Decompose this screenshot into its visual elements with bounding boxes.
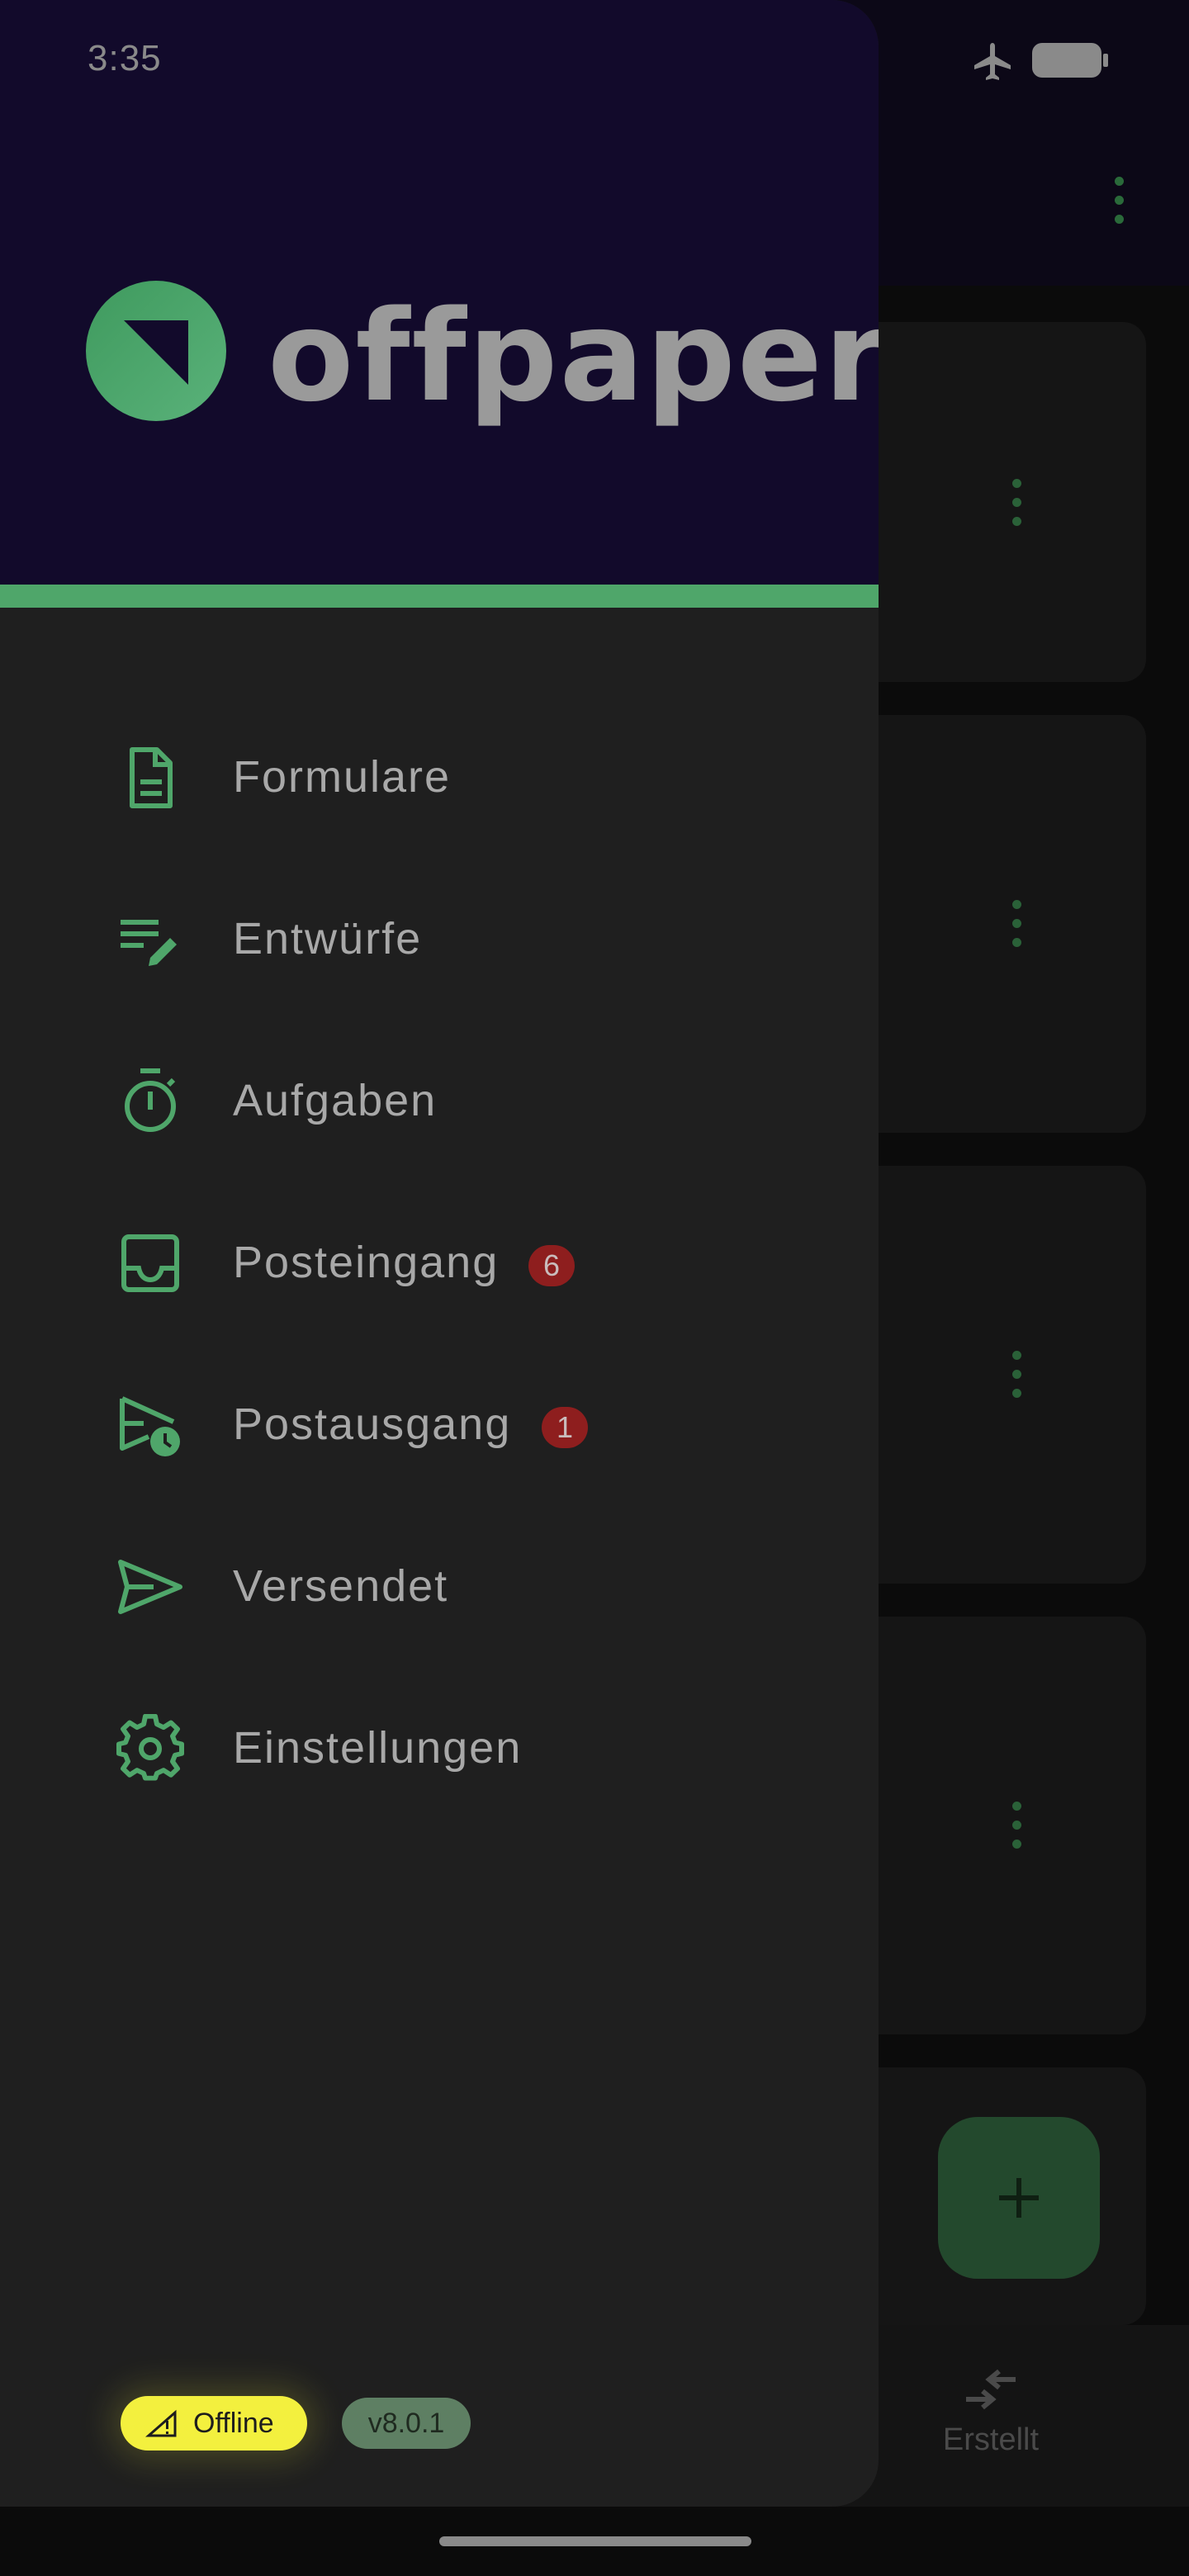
offline-label: Offline	[193, 2408, 274, 2439]
drawer-header: offpaper	[0, 0, 879, 585]
drawer-item-aufgaben[interactable]: Aufgaben	[0, 1030, 879, 1163]
card-more-icon[interactable]	[1012, 1351, 1022, 1408]
compare-arrows-icon	[966, 2369, 1016, 2410]
plus-icon	[999, 2178, 1039, 2218]
inbox-icon	[121, 1234, 179, 1292]
drawer-item-label: Posteingang	[233, 1238, 500, 1287]
drawer-item-label: Einstellungen	[233, 1723, 523, 1773]
inbox-count-badge: 6	[528, 1245, 575, 1286]
version-chip: v8.0.1	[342, 2398, 471, 2449]
drawer-item-posteingang[interactable]: Posteingang 6	[0, 1192, 879, 1324]
card-more-icon[interactable]	[1012, 900, 1022, 957]
drawer-item-entwuerfe[interactable]: Entwürfe	[0, 869, 879, 1001]
signal-warning-icon	[145, 2409, 177, 2437]
status-bar-time: 3:35	[88, 38, 162, 78]
document-icon	[130, 747, 173, 808]
drawer-item-label: Formulare	[233, 752, 452, 802]
home-indicator[interactable]	[439, 2536, 751, 2546]
drawer-item-label: Entwürfe	[233, 914, 423, 964]
drawer-item-label: Postausgang	[233, 1399, 512, 1449]
drawer-item-versendet[interactable]: Versendet	[0, 1516, 879, 1648]
header-accent-bar	[0, 585, 879, 608]
card-more-icon[interactable]	[1012, 479, 1022, 536]
outbox-count-badge: 1	[542, 1407, 588, 1448]
edit-list-icon	[121, 920, 177, 966]
drawer-item-einstellungen[interactable]: Einstellungen	[0, 1678, 879, 1810]
overflow-menu-icon[interactable]	[1115, 177, 1125, 234]
offline-status-chip[interactable]: Offline	[121, 2396, 307, 2451]
airplane-mode-icon	[974, 43, 1011, 80]
offpaper-logo-icon	[86, 281, 226, 421]
send-scheduled-icon	[120, 1396, 180, 1456]
bottom-nav-item-created[interactable]: Erstellt	[925, 2368, 1057, 2458]
brand-name: offpaper	[268, 283, 879, 429]
drawer-item-label: Aufgaben	[233, 1076, 438, 1125]
drawer-item-formulare[interactable]: Formulare	[0, 707, 879, 839]
bottom-nav-label: Erstellt	[942, 2422, 1040, 2457]
card-more-icon[interactable]	[1012, 1802, 1022, 1859]
gear-icon	[116, 1714, 184, 1781]
drawer-item-label: Versendet	[233, 1561, 449, 1611]
drawer-item-postausgang[interactable]: Postausgang 1	[0, 1354, 879, 1486]
timer-icon	[125, 1068, 176, 1132]
send-icon	[118, 1560, 182, 1614]
add-fab-button[interactable]	[938, 2117, 1100, 2279]
battery-icon	[1032, 43, 1108, 78]
navigation-drawer: offpaper Formulare Entwürfe Aufgaben Pos…	[0, 0, 879, 2507]
